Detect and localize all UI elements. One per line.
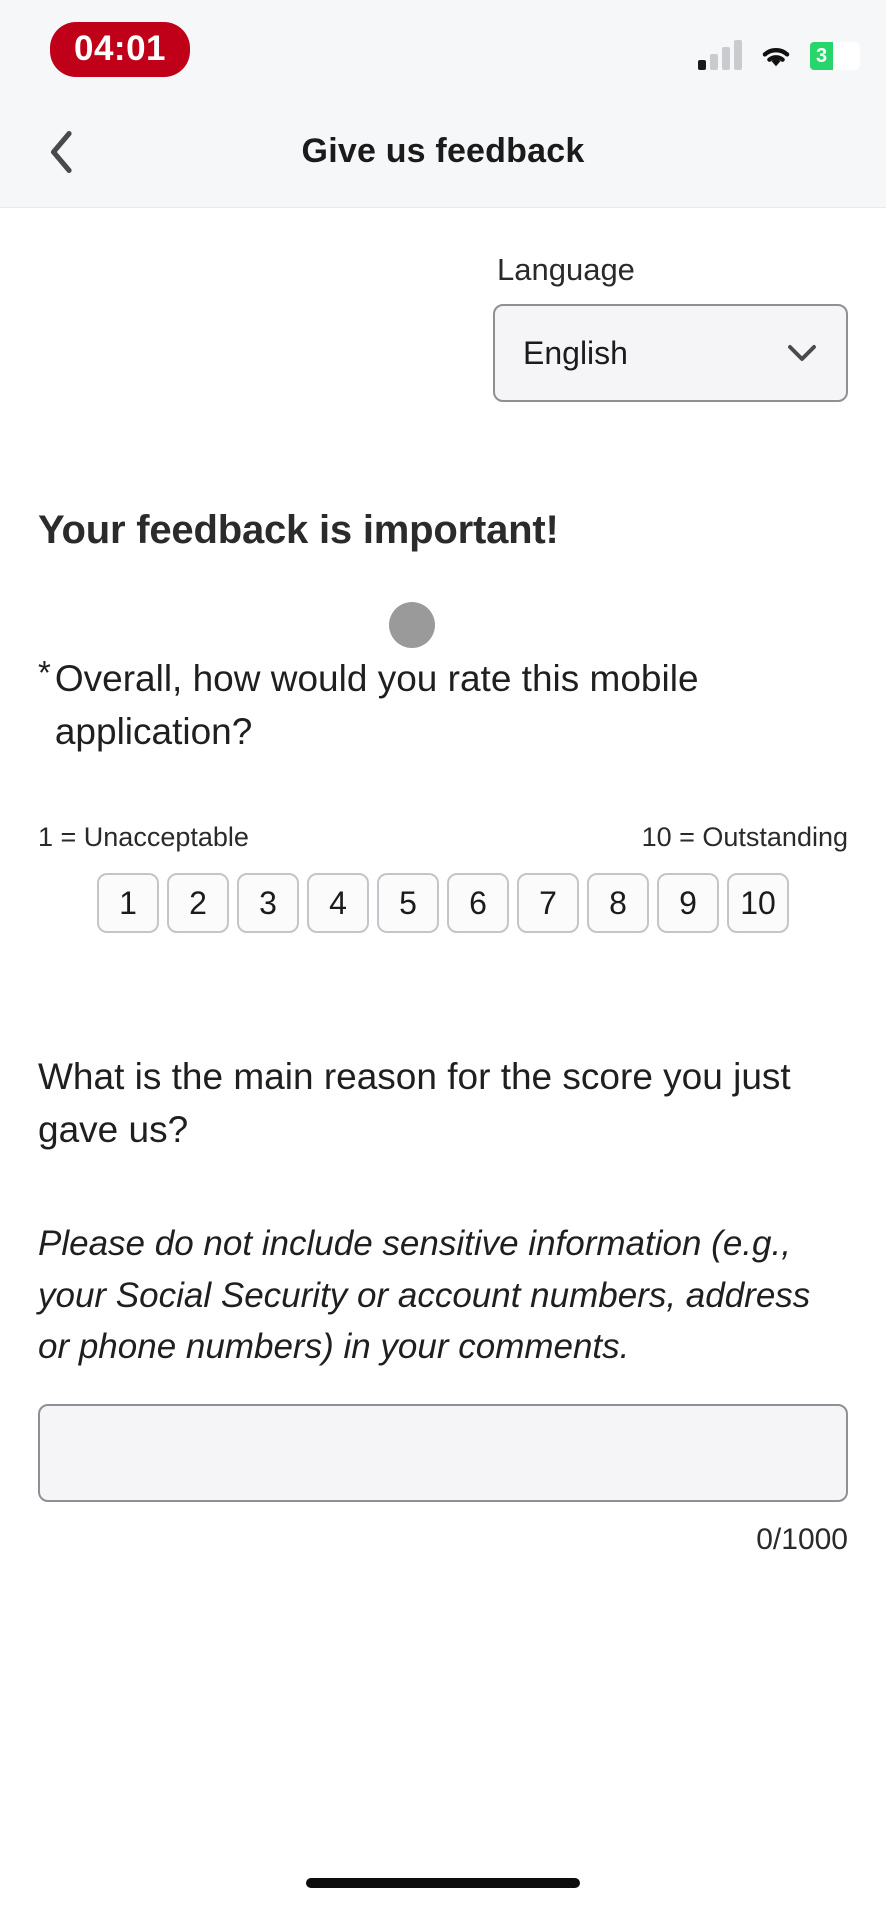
rating-option-6[interactable]: 6 (447, 873, 509, 934)
rating-option-10[interactable]: 10 (727, 873, 789, 934)
rating-option-7[interactable]: 7 (517, 873, 579, 934)
rating-option-2[interactable]: 2 (167, 873, 229, 934)
rating-scale-labels: 1 = Unacceptable 10 = Outstanding (38, 822, 848, 853)
chevron-down-icon (788, 345, 816, 361)
language-dropdown[interactable]: English (493, 304, 848, 402)
reason-question-text: What is the main reason for the score yo… (38, 1056, 791, 1150)
rating-question-text: * Overall, how would you rate this mobil… (38, 653, 848, 758)
page-title: Give us feedback (301, 132, 585, 170)
touch-indicator-dot (389, 602, 435, 648)
language-label: Language (497, 252, 635, 287)
headline: Your feedback is important! (38, 508, 559, 552)
chevron-left-icon (50, 130, 72, 173)
rating-option-4[interactable]: 4 (307, 873, 369, 934)
navigation-bar: Give us feedback (0, 96, 886, 208)
language-selector-group: Language English (493, 208, 848, 402)
scale-high-label: 10 = Outstanding (641, 822, 848, 853)
home-indicator-area (0, 1846, 886, 1920)
battery-icon: 3 (810, 42, 860, 70)
battery-level-label: 3 (810, 42, 833, 70)
home-indicator[interactable] (306, 1878, 580, 1888)
cellular-signal-icon (698, 40, 742, 70)
required-asterisk: * (38, 654, 51, 691)
rating-option-9[interactable]: 9 (657, 873, 719, 934)
status-indicators: 3 (698, 30, 860, 70)
form-content: Language English Your feedback is import… (0, 208, 886, 1846)
scale-low-label: 1 = Unacceptable (38, 822, 249, 853)
status-bar: 04:01 3 (0, 0, 886, 96)
rating-option-5[interactable]: 5 (377, 873, 439, 934)
rating-option-3[interactable]: 3 (237, 873, 299, 934)
mobile-screen: 04:01 3 Give us feedback Language Englis… (0, 0, 886, 1920)
language-selected-value: English (523, 334, 628, 371)
back-button[interactable] (34, 124, 90, 180)
wifi-icon (762, 48, 790, 67)
character-counter: 0/1000 (756, 1523, 848, 1557)
status-clock: 04:01 (50, 22, 191, 77)
rating-option-1[interactable]: 1 (97, 873, 159, 934)
comment-textarea[interactable] (38, 1404, 848, 1503)
rating-question-group: * Overall, how would you rate this mobil… (38, 602, 848, 934)
rating-option-8[interactable]: 8 (587, 873, 649, 934)
rating-options-row: 1 2 3 4 5 6 7 8 9 10 (38, 873, 848, 934)
sensitive-info-disclaimer: Please do not include sensitive informat… (38, 1224, 811, 1366)
rating-question-label: Overall, how would you rate this mobile … (54, 658, 699, 752)
